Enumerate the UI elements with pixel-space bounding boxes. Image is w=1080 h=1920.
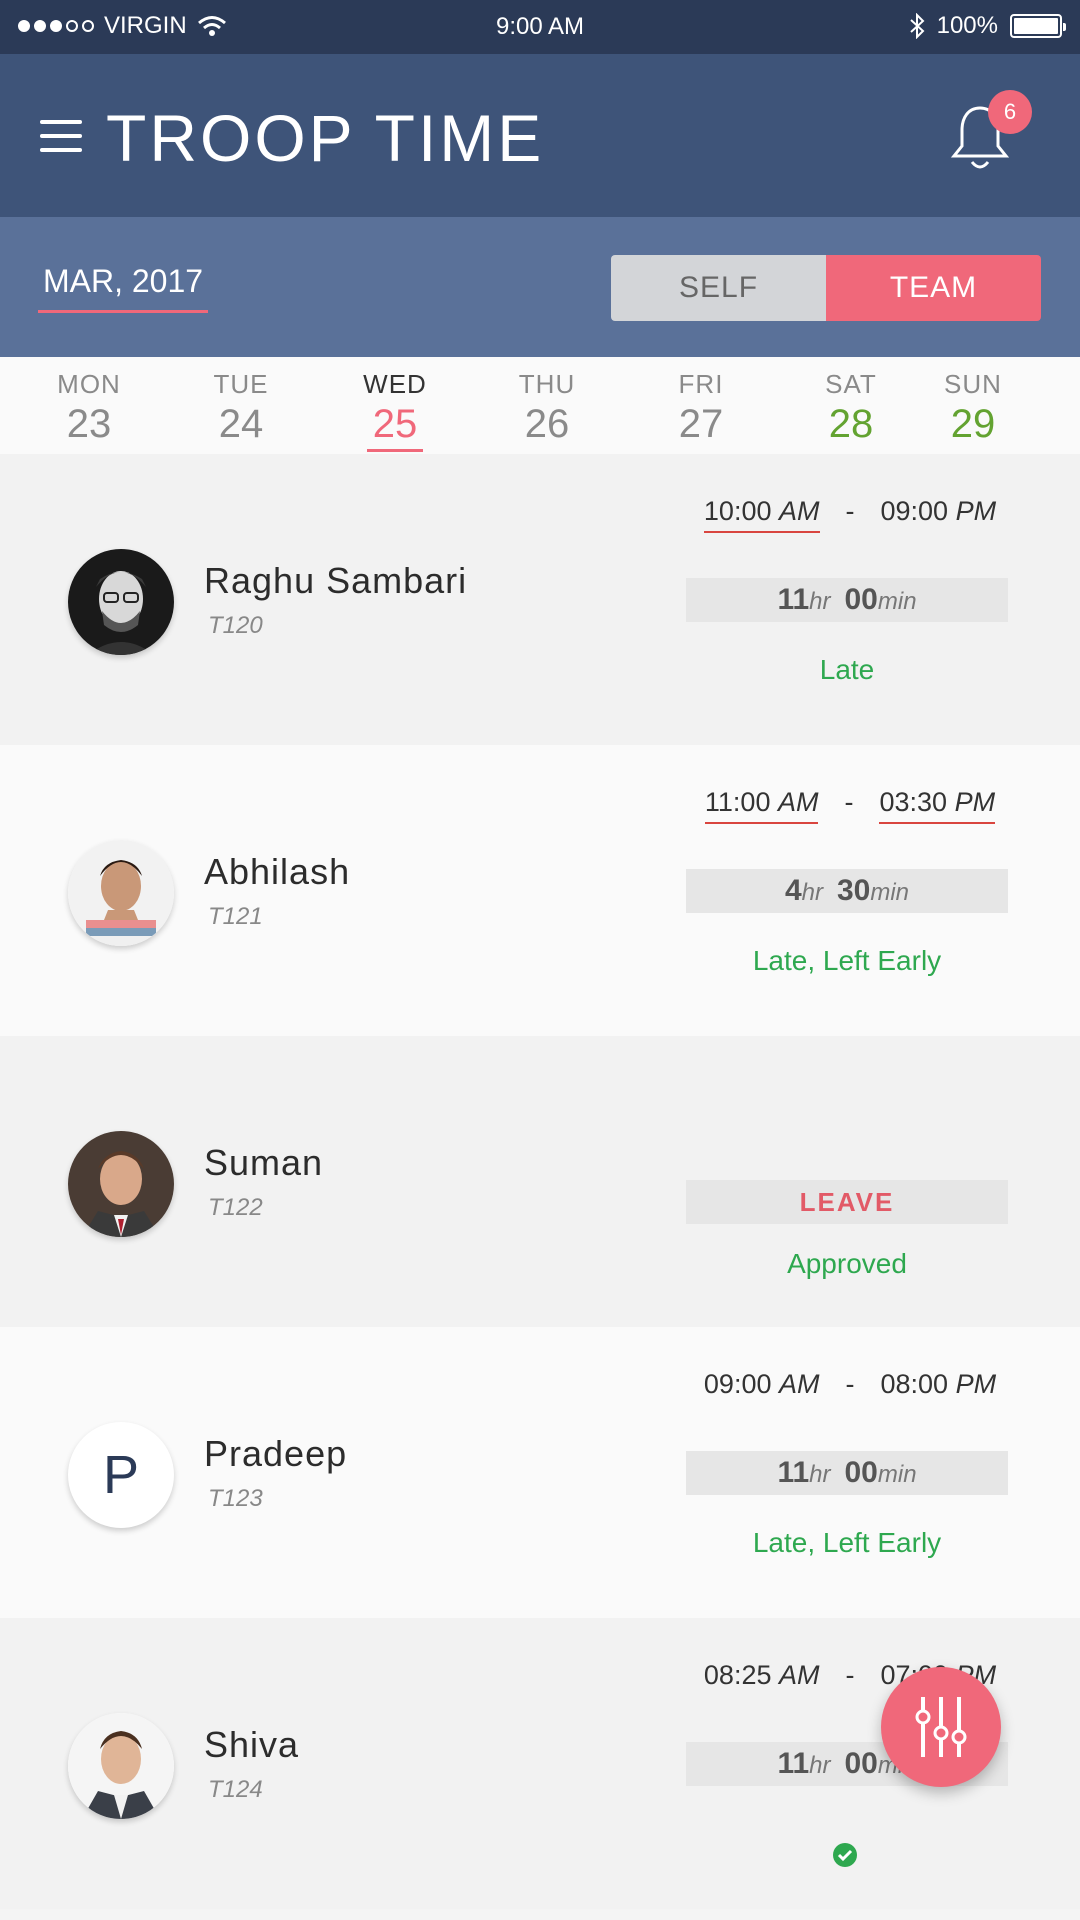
day-mon[interactable]: MON 23 bbox=[34, 369, 144, 447]
check-icon bbox=[833, 1843, 857, 1867]
shift-times: 10:00 AM - 09:00 PM bbox=[680, 496, 1020, 533]
attendance-status: Late, Left Early bbox=[752, 945, 942, 976]
employee-name: Pradeep bbox=[204, 1433, 348, 1474]
work-duration: 11hr 00min bbox=[686, 1451, 1008, 1495]
battery-percent: 100% bbox=[936, 12, 998, 39]
employee-code: T122 bbox=[208, 1194, 263, 1221]
self-team-toggle: SELF TEAM bbox=[611, 255, 1041, 321]
app-title: TROOP TIME bbox=[106, 101, 545, 175]
status-bar: VIRGIN 9:00 AM 100% bbox=[0, 0, 1080, 54]
self-toggle-button[interactable]: SELF bbox=[611, 255, 826, 321]
employee-code: T123 bbox=[208, 1485, 263, 1512]
day-tue[interactable]: TUE 24 bbox=[186, 369, 296, 447]
work-duration: 11hr 00min bbox=[686, 578, 1008, 622]
list-item[interactable]: Raghu Sambari T120 10:00 AM - 09:00 PM 1… bbox=[0, 454, 1080, 745]
day-thu[interactable]: THU 26 bbox=[492, 369, 602, 447]
employee-code: T121 bbox=[208, 903, 263, 930]
list-item[interactable]: P Pradeep T123 09:00 AM - 08:00 PM 11hr … bbox=[0, 1327, 1080, 1618]
sliders-icon bbox=[915, 1697, 967, 1757]
day-wed[interactable]: WED 25 bbox=[340, 369, 450, 452]
employee-name: Suman bbox=[204, 1142, 324, 1183]
work-duration: 4hr 30min bbox=[686, 869, 1008, 913]
list-item[interactable]: Suman T122 LEAVE Approved bbox=[0, 1036, 1080, 1327]
leave-badge: LEAVE bbox=[686, 1180, 1008, 1224]
employee-code: T124 bbox=[208, 1776, 263, 1803]
attendance-status: Late bbox=[819, 654, 875, 685]
menu-icon[interactable] bbox=[40, 120, 82, 152]
filter-fab-button[interactable] bbox=[881, 1667, 1001, 1787]
team-toggle-button[interactable]: TEAM bbox=[826, 255, 1041, 321]
avatar: P bbox=[68, 1422, 174, 1528]
day-sun[interactable]: SUN 29 bbox=[918, 369, 1028, 447]
leave-status: Approved bbox=[787, 1248, 907, 1279]
shift-times: 09:00 AM - 08:00 PM bbox=[703, 1369, 997, 1399]
sub-header: MAR, 2017 SELF TEAM bbox=[0, 217, 1080, 357]
avatar bbox=[68, 1131, 174, 1237]
notification-badge[interactable]: 6 bbox=[988, 90, 1032, 134]
employee-name: Shiva bbox=[204, 1724, 300, 1765]
app-header: TROOP TIME 6 bbox=[0, 54, 1080, 217]
list-item[interactable]: Abhilash T121 11:00 AM - 03:30 PM 4hr 30… bbox=[0, 745, 1080, 1036]
week-day-strip: MON 23 TUE 24 WED 25 THU 26 FRI 27 SAT 28 SUN 2… bbox=[0, 357, 1080, 454]
attendance-status: Late, Left Early bbox=[752, 1527, 942, 1558]
month-selector[interactable]: MAR, 2017 bbox=[38, 261, 208, 313]
employee-name: Abhilash bbox=[204, 851, 351, 892]
day-fri[interactable]: FRI 27 bbox=[646, 369, 756, 447]
avatar bbox=[68, 1713, 174, 1819]
employee-code: T120 bbox=[208, 612, 263, 639]
avatar bbox=[68, 549, 174, 655]
day-sat[interactable]: SAT 28 bbox=[796, 369, 906, 447]
battery-icon bbox=[1010, 14, 1066, 38]
employee-name: Raghu Sambari bbox=[204, 560, 468, 601]
avatar bbox=[68, 840, 174, 946]
bluetooth-icon bbox=[909, 13, 925, 39]
shift-times: 11:00 AM - 03:30 PM bbox=[680, 787, 1020, 824]
